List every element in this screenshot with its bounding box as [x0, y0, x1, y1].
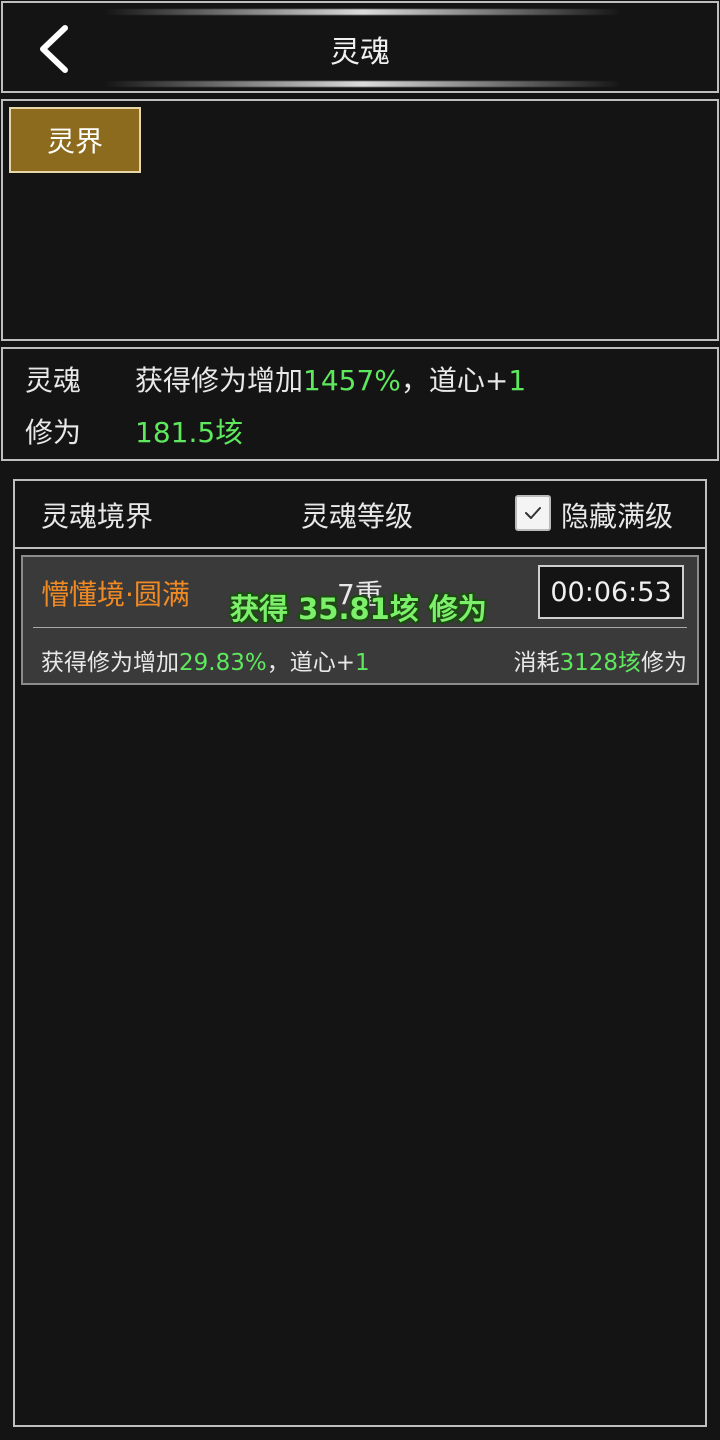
column-soul-level: 灵魂等级 [301, 500, 414, 533]
item-bonus-mid: ，道心+ [266, 650, 355, 676]
item-cost-value: 3128垓 [559, 650, 641, 676]
soul-stat-percent: 1457% [303, 364, 401, 397]
hide-max-label[interactable]: 隐藏满级 [561, 495, 673, 535]
item-realm: 懵懂境·圆满 [41, 578, 190, 611]
page-title: 灵魂 [330, 35, 390, 70]
stats-panel: 灵魂 获得修为增加1457%，道心+1 修为 181.5垓 [1, 347, 719, 461]
item-cost-suffix: 修为 [641, 650, 687, 676]
item-bonus-percent: 29.83% [179, 650, 267, 676]
cultivation-stat-row: 修为 181.5垓 [25, 411, 243, 451]
item-bonus-prefix: 获得修为增加 [41, 650, 179, 676]
soul-stat-text-mid: ，道心+ [400, 364, 509, 397]
checkmark-icon [525, 507, 541, 519]
hide-max-checkbox[interactable] [515, 495, 551, 531]
soul-stat-label: 灵魂 [25, 364, 82, 397]
header-bar: 灵魂 [1, 1, 719, 93]
tab-area: 灵界 [1, 99, 719, 341]
list-header: 灵魂境界 灵魂等级 隐藏满级 [15, 481, 705, 549]
item-cost: 消耗3128垓修为 [513, 643, 687, 677]
soul-stat-row: 灵魂 获得修为增加1457%，道心+1 [25, 359, 526, 399]
item-cost-prefix: 消耗 [513, 650, 560, 676]
header-glow-top [103, 9, 623, 15]
soul-stat-daoxin: 1 [508, 364, 527, 397]
tab-spirit-realm[interactable]: 灵界 [9, 107, 141, 173]
cultivation-stat-value: 181.5垓 [135, 416, 244, 449]
header-glow-bottom [103, 81, 623, 87]
item-timer: 00:06:53 [538, 565, 684, 619]
column-soul-realm: 灵魂境界 [41, 500, 154, 533]
item-bonus-daoxin: 1 [354, 650, 370, 676]
item-bonus: 获得修为增加29.83%，道心+1 [41, 643, 370, 677]
cultivation-stat-label: 修为 [25, 416, 82, 449]
floating-gain-text: 获得 35.81垓 修为 [230, 592, 487, 626]
soul-stat-text-prefix: 获得修为增加 [135, 364, 304, 397]
